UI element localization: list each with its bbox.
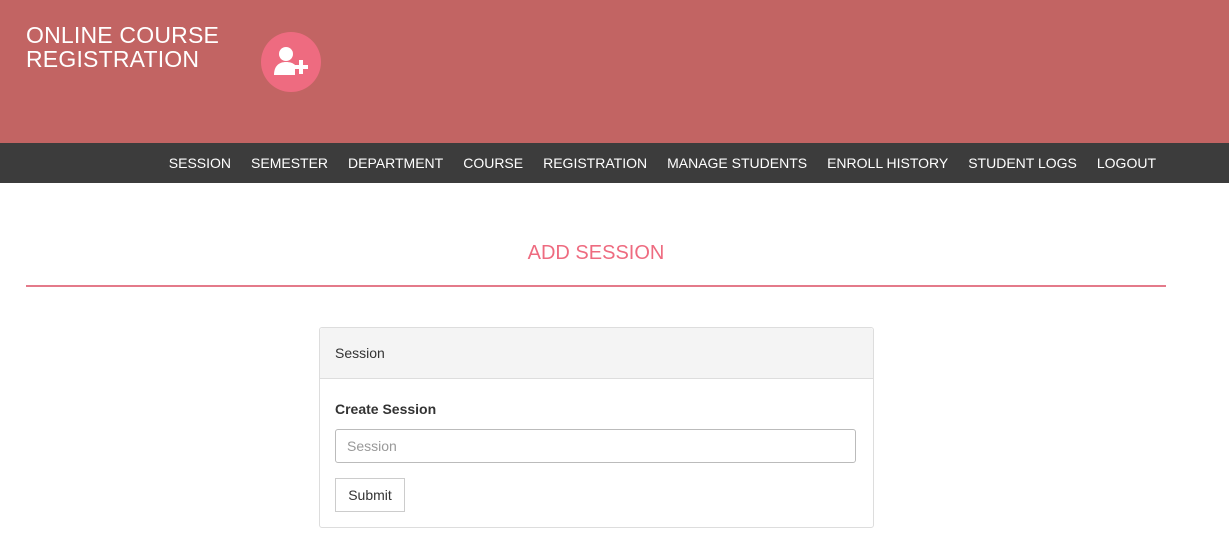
brand-line-2: REGISTRATION xyxy=(26,46,200,72)
nav-item-course[interactable]: COURSE xyxy=(453,143,533,183)
brand-line-1: ONLINE COURSE xyxy=(26,22,220,48)
session-input[interactable] xyxy=(335,429,856,463)
nav-item-session[interactable]: SESSION xyxy=(159,143,241,183)
nav-item-manage-students[interactable]: MANAGE STUDENTS xyxy=(657,143,817,183)
add-user-icon xyxy=(274,47,308,75)
nav-item-semester[interactable]: SEMESTER xyxy=(241,143,338,183)
logo-badge xyxy=(261,32,321,92)
nav-item-registration[interactable]: REGISTRATION xyxy=(533,143,657,183)
nav-item-student-logs[interactable]: STUDENT LOGS xyxy=(958,143,1087,183)
nav-menu: SESSION SEMESTER DEPARTMENT COURSE REGIS… xyxy=(159,143,1166,183)
session-panel: Session Create Session Submit xyxy=(319,327,874,528)
nav-item-enroll-history[interactable]: ENROLL HISTORY xyxy=(817,143,958,183)
page-title: ADD SESSION xyxy=(527,242,665,264)
submit-button[interactable]: Submit xyxy=(335,478,405,512)
nav-item-department[interactable]: DEPARTMENT xyxy=(338,143,453,183)
panel-heading: Session xyxy=(320,328,873,379)
site-header: ONLINE COURSE REGISTRATION xyxy=(0,0,1229,143)
main-navbar: SESSION SEMESTER DEPARTMENT COURSE REGIS… xyxy=(0,143,1229,183)
create-session-label: Create Session xyxy=(335,401,437,417)
title-divider xyxy=(26,285,1166,287)
site-brand[interactable]: ONLINE COURSE REGISTRATION xyxy=(26,23,219,71)
nav-item-logout[interactable]: LOGOUT xyxy=(1087,143,1166,183)
